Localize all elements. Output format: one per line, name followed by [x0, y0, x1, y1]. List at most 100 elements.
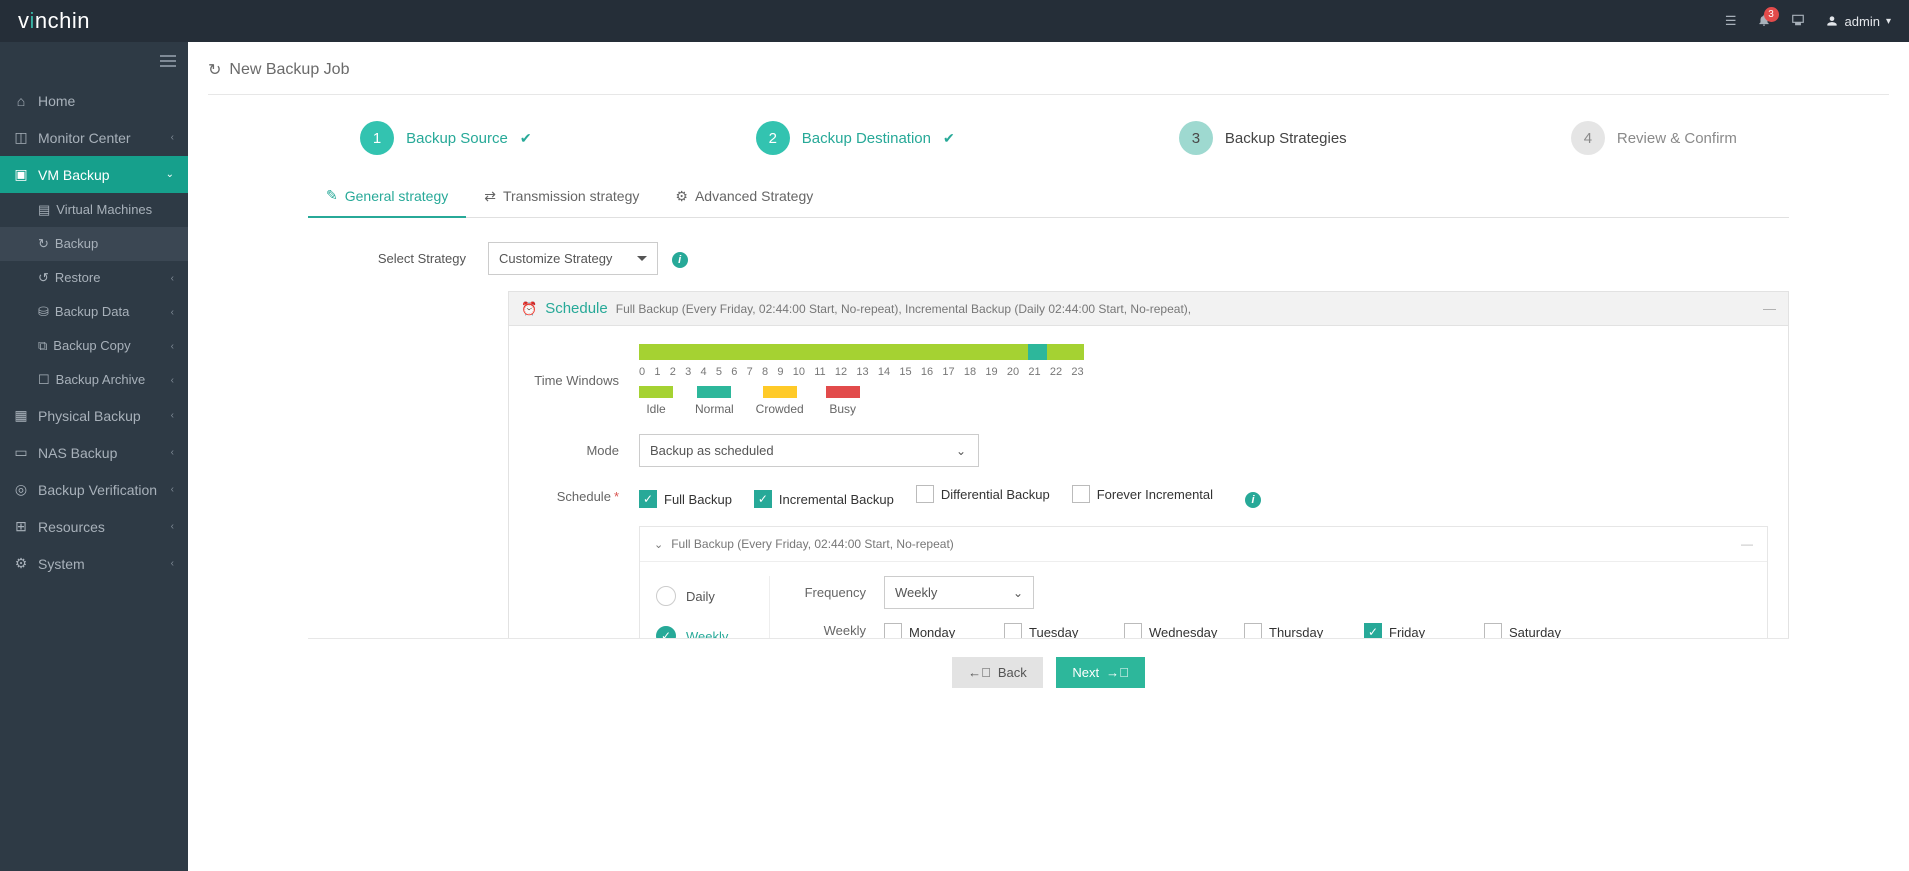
tab-general-strategy[interactable]: ✎ General strategy: [308, 175, 466, 218]
checkbox-day[interactable]: Saturday: [1484, 623, 1584, 638]
next-button[interactable]: Next →⃝: [1056, 657, 1144, 688]
hour-label: 9: [777, 366, 783, 378]
time-windows-bar: [639, 344, 1084, 360]
edit-icon: ✎: [326, 187, 338, 204]
page-title: ↻ New Backup Job: [208, 60, 1889, 95]
hour-label: 6: [731, 366, 737, 378]
select-strategy-dropdown[interactable]: Customize Strategy: [488, 242, 658, 275]
hour-label: 19: [985, 366, 997, 378]
sidebar-item-verification[interactable]: ◎Backup Verification ‹: [0, 471, 188, 508]
main: ↻ New Backup Job 1 Backup Source ✔ 2 Bac…: [188, 42, 1909, 871]
sidebar-item-system[interactable]: ⚙System ‹: [0, 545, 188, 582]
hours-labels: 01234567891011121314151617181920212223: [639, 366, 1084, 378]
user-menu[interactable]: admin ▾: [1825, 14, 1891, 29]
chevron-down-icon: ⌄: [166, 169, 174, 180]
chevron-left-icon: ‹: [171, 410, 174, 421]
info-icon[interactable]: i: [672, 252, 688, 268]
sidebar-sub-restore[interactable]: ↺Restore ‹: [0, 261, 188, 295]
step-review-confirm[interactable]: 4 Review & Confirm: [1571, 121, 1737, 155]
panel-general-strategy: Select Strategy Customize Strategy i ⏰ S…: [308, 218, 1789, 638]
mode-dropdown[interactable]: Backup as scheduled ⌄: [639, 434, 979, 467]
schedule-collapse-header[interactable]: ⏰ Schedule Full Backup (Every Friday, 02…: [508, 291, 1789, 326]
physical-icon: ▦: [14, 407, 28, 424]
row-select-strategy: Select Strategy Customize Strategy i: [308, 242, 1789, 275]
wizard-steps: 1 Backup Source ✔ 2 Backup Destination ✔…: [208, 95, 1889, 165]
time-windows-legend: Idle Normal Crowded Busy: [639, 386, 1768, 416]
refresh-icon: ↻: [38, 236, 49, 251]
tab-advanced-strategy[interactable]: ⚙ Advanced Strategy: [657, 175, 831, 217]
check-icon: ✔: [943, 130, 955, 147]
sidebar-sub-backup[interactable]: ↻Backup: [0, 227, 188, 261]
step-backup-strategies[interactable]: 3 Backup Strategies: [1179, 121, 1347, 155]
checkbox-day[interactable]: ✓Friday: [1364, 623, 1464, 638]
checkbox-backup-type[interactable]: ✓Incremental Backup: [754, 490, 894, 508]
database-icon: ⛁: [38, 304, 49, 319]
clock-icon: ⏰: [521, 301, 537, 317]
full-backup-collapse-header[interactable]: ⌄ Full Backup (Every Friday, 02:44:00 St…: [640, 527, 1767, 562]
verify-icon: ◎: [14, 481, 28, 498]
chevron-left-icon: ‹: [171, 132, 174, 143]
sidebar-item-nas[interactable]: ▭NAS Backup ‹: [0, 434, 188, 471]
hour-label: 20: [1007, 366, 1019, 378]
checkbox-backup-type[interactable]: ✓Full Backup: [639, 490, 732, 508]
chevron-left-icon: ‹: [171, 341, 174, 352]
hour-label: 21: [1028, 366, 1040, 378]
topbar-right: ☰ 3 admin ▾: [1725, 13, 1891, 30]
checkbox-day[interactable]: Monday: [884, 623, 984, 638]
chevron-left-icon: ‹: [171, 307, 174, 318]
checkbox-day[interactable]: Tuesday: [1004, 623, 1104, 638]
step-backup-source[interactable]: 1 Backup Source ✔: [360, 121, 531, 155]
check-icon: ✔: [520, 130, 532, 147]
hour-label: 13: [856, 366, 868, 378]
frequency-dropdown[interactable]: Weekly ⌄: [884, 576, 1034, 609]
hour-label: 1: [654, 366, 660, 378]
hour-label: 11: [814, 366, 825, 378]
notifications[interactable]: 3: [1757, 13, 1771, 30]
freq-option-weekly[interactable]: ✓Weekly: [640, 616, 769, 638]
chevron-left-icon: ‹: [171, 558, 174, 569]
back-button[interactable]: ←⃝ Back: [952, 657, 1043, 688]
hour-label: 12: [835, 366, 847, 378]
strategy-tabs: ✎ General strategy ⇄ Transmission strate…: [308, 175, 1789, 218]
sidebar-item-physical[interactable]: ▦Physical Backup ‹: [0, 397, 188, 434]
undo-icon: ↺: [38, 270, 49, 285]
sidebar-sub-backup-data[interactable]: ⛁Backup Data ‹: [0, 295, 188, 329]
hour-label: 2: [670, 366, 676, 378]
info-icon[interactable]: i: [1245, 492, 1261, 508]
hour-label: 3: [685, 366, 691, 378]
sidebar-sub-backup-copy[interactable]: ⧉Backup Copy ‹: [0, 329, 188, 363]
tasks-icon[interactable]: ☰: [1725, 13, 1737, 29]
checkbox-backup-type[interactable]: Forever Incremental: [1072, 485, 1213, 503]
sidebar: ⌂Home ◫Monitor Center ‹ ▣VM Backup ⌄ ▤Vi…: [0, 42, 188, 871]
hour-label: 18: [964, 366, 976, 378]
sidebar-item-resources[interactable]: ⊞Resources ‹: [0, 508, 188, 545]
minus-icon: —: [1763, 301, 1776, 316]
checkbox-backup-type[interactable]: Differential Backup: [916, 485, 1050, 503]
chevron-left-icon: ‹: [171, 447, 174, 458]
list-icon: ▤: [38, 202, 50, 217]
checkbox-day[interactable]: Thursday: [1244, 623, 1344, 638]
monitor-icon: ◫: [14, 129, 28, 146]
swap-icon: ⇄: [484, 188, 496, 205]
step-backup-destination[interactable]: 2 Backup Destination ✔: [756, 121, 955, 155]
arrow-right-icon: →⃝: [1106, 665, 1129, 680]
archive-icon: ☐: [38, 372, 50, 387]
sidebar-toggle[interactable]: [0, 42, 188, 83]
arrow-left-icon: ←⃝: [968, 665, 991, 680]
checkbox-day[interactable]: Wednesday: [1124, 623, 1224, 638]
sidebar-sub-virtual-machines[interactable]: ▤Virtual Machines: [0, 193, 188, 227]
row-mode: Mode Backup as scheduled ⌄: [509, 434, 1768, 467]
screen-icon[interactable]: [1791, 13, 1805, 30]
copy-icon: ⧉: [38, 338, 47, 353]
sidebar-item-monitor[interactable]: ◫Monitor Center ‹: [0, 119, 188, 156]
topbar: vinchin ☰ 3 admin ▾: [0, 0, 1909, 42]
tab-transmission-strategy[interactable]: ⇄ Transmission strategy: [466, 175, 657, 217]
row-time-windows: Time Windows 012345678910111213141516171…: [509, 344, 1768, 416]
wizard-footer: ←⃝ Back Next →⃝: [308, 638, 1789, 696]
freq-option-daily[interactable]: Daily: [640, 576, 769, 616]
hour-label: 14: [878, 366, 890, 378]
sidebar-item-home[interactable]: ⌂Home: [0, 83, 188, 119]
nas-icon: ▭: [14, 444, 28, 461]
sidebar-sub-backup-archive[interactable]: ☐Backup Archive ‹: [0, 363, 188, 397]
sidebar-item-vm-backup[interactable]: ▣VM Backup ⌄: [0, 156, 188, 193]
